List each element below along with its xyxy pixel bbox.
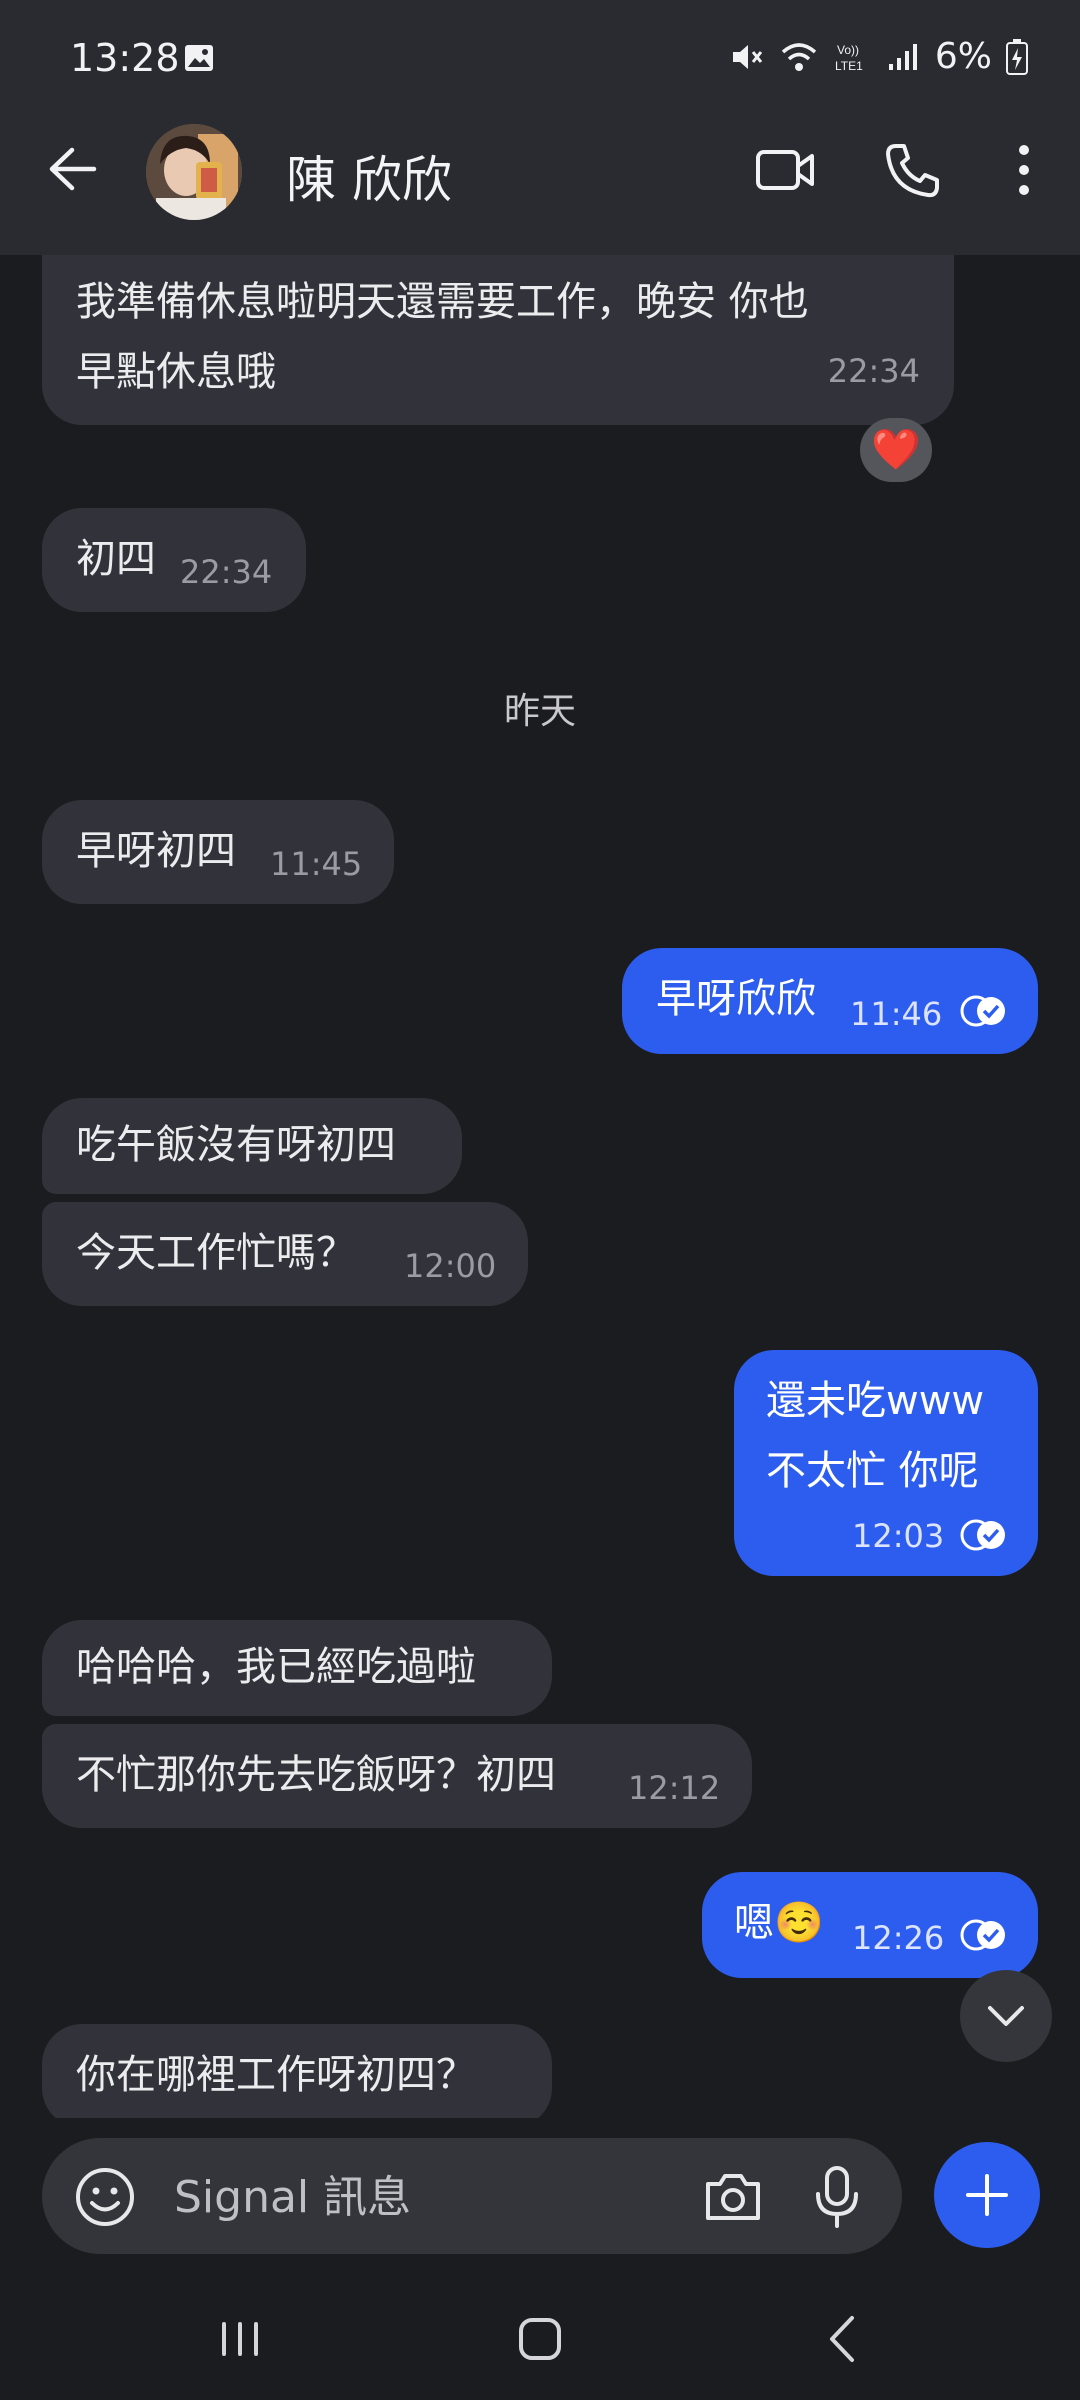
message-text: 我準備休息啦明天還需要工作，晚安 你也 [76, 279, 809, 325]
message-time: 12:12 [628, 1769, 721, 1807]
emoji-icon[interactable] [74, 2166, 136, 2228]
video-call-button[interactable] [754, 140, 818, 200]
heart-reaction: ❤️ [871, 427, 921, 473]
top-bar: 13:28 Vo)) LTE1 6% 陳 欣欣 [0, 0, 1080, 255]
message-text: 早呀欣欣 [656, 976, 816, 1022]
reaction-badge[interactable]: ❤️ [860, 418, 932, 482]
message-bubble-incoming[interactable]: 今天工作忙嗎？ 12:00 [42, 1202, 528, 1306]
message-bubble-incoming[interactable]: 哈哈哈，我已經吃過啦 [42, 1620, 552, 1716]
message-time: 11:45 [270, 845, 363, 883]
message-text: 你在哪裡工作呀初四？ [76, 2052, 476, 2098]
avatar[interactable] [146, 124, 242, 220]
message-text: 哈哈哈，我已經吃過啦 [76, 1644, 476, 1690]
status-indicators: Vo)) LTE1 6% [729, 36, 1028, 77]
message-bubble-incoming[interactable]: 吃午飯沒有呀初四 [42, 1098, 462, 1194]
voice-call-button[interactable] [880, 140, 944, 200]
contact-name[interactable]: 陳 欣欣 [286, 140, 452, 212]
gallery-icon [185, 45, 213, 71]
message-composer [42, 2138, 902, 2254]
back-nav-icon[interactable] [814, 2314, 874, 2364]
attach-button[interactable] [934, 2142, 1040, 2248]
svg-text:Vo)): Vo)) [837, 43, 859, 57]
message-bubble-incoming[interactable]: 早呀初四 11:45 [42, 800, 394, 904]
volte-icon: Vo)) LTE1 [835, 43, 863, 73]
message-time: 11:46 [850, 995, 943, 1033]
read-receipt-icon [960, 995, 1005, 1027]
video-camera-icon [756, 150, 814, 190]
chevron-down-icon [988, 2006, 1024, 2026]
signal-icon [888, 43, 917, 70]
camera-icon[interactable] [702, 2166, 764, 2228]
message-bubble-outgoing[interactable]: 早呀欣欣 11:46 [622, 948, 1038, 1054]
more-vert-icon [1019, 145, 1029, 195]
message-text: 嗯☺️ [734, 1900, 824, 1946]
scroll-to-bottom-button[interactable] [960, 1970, 1052, 2062]
message-text: 今天工作忙嗎？ [76, 1230, 356, 1276]
message-text: 還未吃www [766, 1378, 985, 1424]
message-time: 12:00 [404, 1247, 497, 1285]
wifi-icon [781, 42, 817, 71]
message-text: 早點休息哦 [76, 349, 276, 395]
system-nav-bar [0, 2278, 1080, 2400]
message-text: 初四 [76, 536, 156, 582]
message-time: 22:34 [827, 352, 920, 390]
message-bubble-incoming[interactable]: 初四 22:34 [42, 508, 306, 612]
svg-text:LTE1: LTE1 [835, 59, 863, 73]
message-time: 12:26 [852, 1919, 945, 1957]
microphone-icon[interactable] [812, 2164, 862, 2230]
battery-percent: 6% [934, 36, 992, 77]
read-receipt-icon [960, 1519, 1005, 1551]
home-icon[interactable] [510, 2314, 570, 2364]
phone-icon [886, 144, 939, 198]
message-text: 不太忙 你呢 [766, 1448, 979, 1494]
message-text: 不忙那你先去吃飯呀？初四 [76, 1752, 556, 1798]
battery-charging-icon [1006, 38, 1028, 75]
more-options-button[interactable] [1004, 140, 1044, 200]
recent-apps-icon[interactable] [210, 2314, 270, 2364]
message-text: 早呀初四 [76, 828, 236, 874]
message-time: 22:34 [180, 553, 273, 591]
message-bubble-incoming[interactable]: 你在哪裡工作呀初四？ [42, 2024, 552, 2128]
message-time: 12:03 [852, 1517, 945, 1555]
message-text: 吃午飯沒有呀初四 [76, 1122, 396, 1168]
message-bubble-incoming[interactable]: 我準備休息啦明天還需要工作，晚安 你也 早點休息哦 22:34 [42, 255, 954, 425]
date-divider: 昨天 [503, 691, 576, 732]
status-time: 13:28 [70, 36, 180, 80]
read-receipt-icon [960, 1919, 1005, 1951]
back-arrow-icon[interactable] [44, 142, 98, 196]
message-bubble-outgoing[interactable]: 嗯☺️ 12:26 [702, 1872, 1038, 1978]
mute-icon [732, 44, 763, 69]
message-input[interactable] [172, 2166, 716, 2228]
message-bubble-outgoing[interactable]: 還未吃www 不太忙 你呢 12:03 [734, 1350, 1038, 1576]
plus-icon [966, 2174, 1008, 2216]
message-bubble-incoming[interactable]: 不忙那你先去吃飯呀？初四 12:12 [42, 1724, 752, 1828]
